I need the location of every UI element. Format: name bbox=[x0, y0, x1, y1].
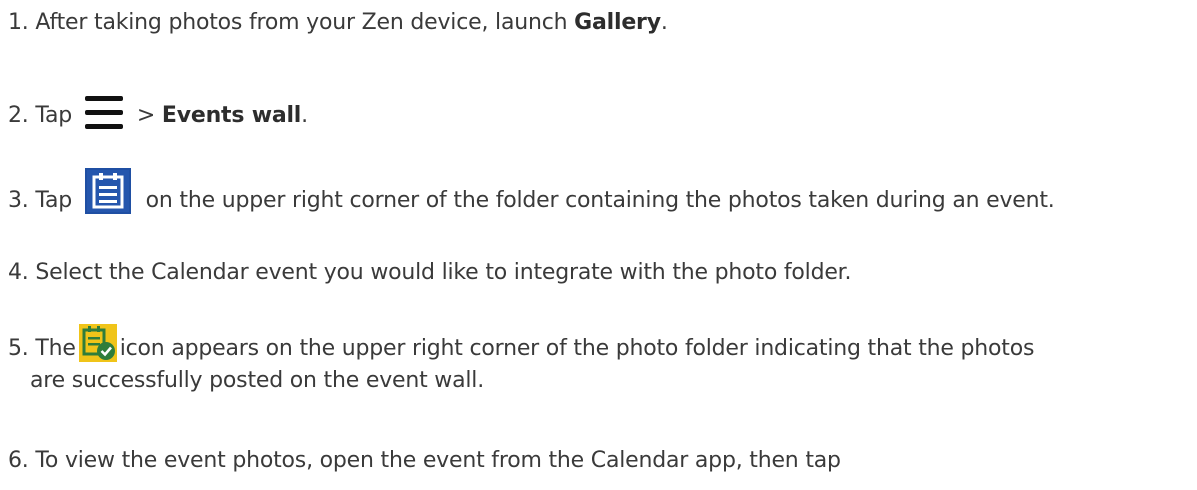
step-1-tail: . bbox=[660, 10, 668, 35]
step-2-separator: > bbox=[136, 103, 162, 128]
step-5-tail: icon appears on the upper right corner o… bbox=[119, 336, 1035, 361]
step-2-tail: . bbox=[301, 103, 308, 128]
step-2-text: Tap bbox=[35, 103, 73, 128]
step-4: 4. Select the Calendar event you would l… bbox=[8, 256, 852, 289]
step-3: 3. Tap on the upper right corner of the … bbox=[8, 168, 1055, 224]
step-3-text: Tap bbox=[35, 188, 73, 213]
step-4-number: 4. bbox=[8, 260, 29, 285]
step-6: 6. To view the event photos, open the ev… bbox=[8, 444, 841, 477]
step-5-continuation-text: are successfully posted on the event wal… bbox=[30, 368, 484, 393]
event-posted-icon bbox=[78, 324, 117, 362]
step-6-number: 6. bbox=[8, 448, 29, 473]
step-1-bold: Gallery bbox=[574, 10, 661, 35]
step-5-number: 5. bbox=[8, 336, 29, 361]
step-5-continuation: are successfully posted on the event wal… bbox=[30, 364, 484, 397]
step-1-number: 1. bbox=[8, 10, 29, 35]
step-2-bold: Events wall bbox=[161, 103, 302, 128]
step-3-tail: on the upper right corner of the folder … bbox=[145, 188, 1055, 213]
step-1: 1. After taking photos from your Zen dev… bbox=[8, 6, 668, 39]
step-3-number: 3. bbox=[8, 188, 29, 213]
hamburger-menu-icon bbox=[83, 92, 127, 132]
step-2-number: 2. bbox=[8, 103, 29, 128]
step-5: 5. The icon appears on the upper right c… bbox=[8, 324, 1035, 368]
step-1-text: After taking photos from your Zen device… bbox=[35, 10, 575, 35]
step-5-text: The bbox=[35, 336, 76, 361]
step-2: 2. Tap > Events wall. bbox=[8, 96, 308, 136]
step-4-text: Select the Calendar event you would like… bbox=[35, 260, 852, 285]
step-6-text: To view the event photos, open the event… bbox=[35, 448, 841, 473]
calendar-event-icon bbox=[84, 168, 131, 214]
